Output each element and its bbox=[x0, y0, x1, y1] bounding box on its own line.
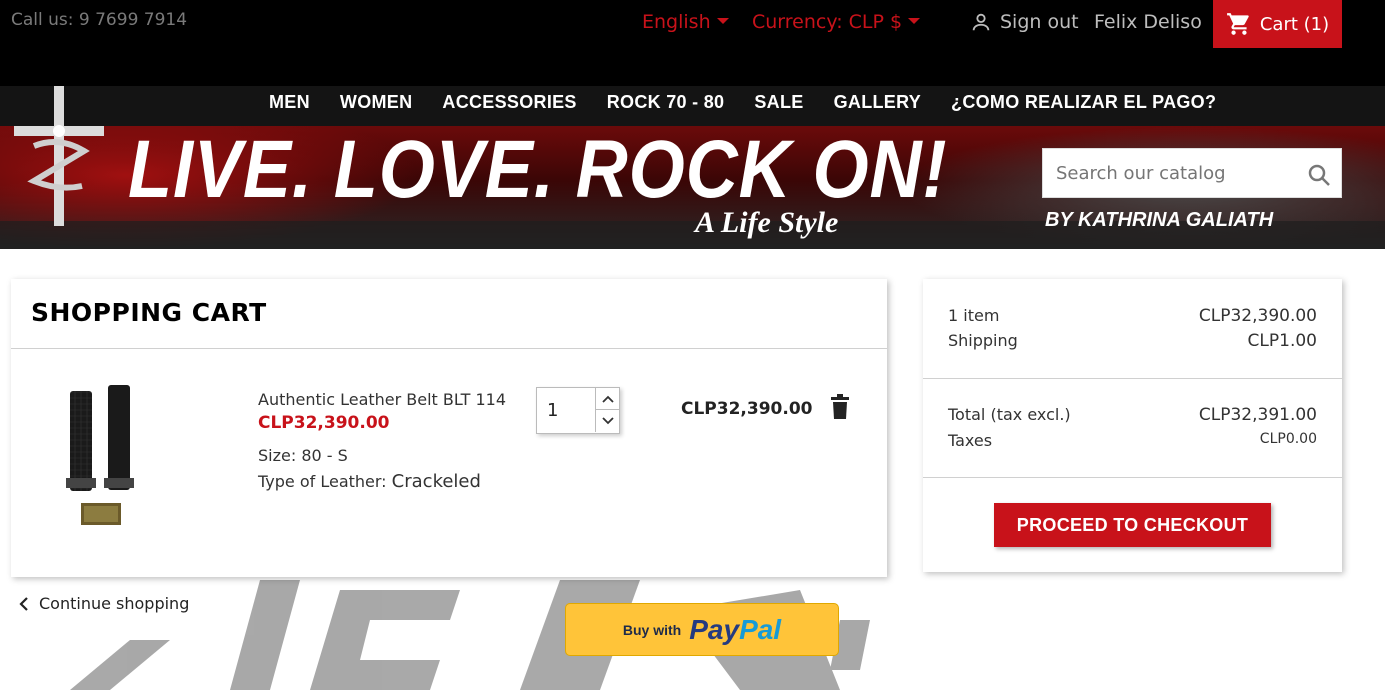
size-label: Size: bbox=[258, 446, 297, 465]
cart-label: Cart (1) bbox=[1259, 13, 1330, 35]
taxes-label: Taxes bbox=[948, 431, 993, 450]
nav-item-rock[interactable]: ROCK 70 - 80 bbox=[607, 92, 725, 113]
items-value: CLP32,390.00 bbox=[1198, 306, 1317, 326]
main-nav: MEN WOMEN ACCESSORIES ROCK 70 - 80 SALE … bbox=[269, 92, 1216, 113]
language-label: English bbox=[642, 11, 711, 33]
divider bbox=[923, 378, 1342, 379]
nav-item-sale[interactable]: SALE bbox=[754, 92, 803, 113]
cart-icon bbox=[1226, 13, 1249, 35]
cart-button[interactable]: Cart (1) bbox=[1213, 0, 1342, 48]
quantity-decrease-button[interactable] bbox=[595, 410, 619, 432]
currency-label: Currency: CLP $ bbox=[752, 11, 903, 33]
chevron-down-icon bbox=[601, 417, 614, 425]
quantity-increase-button[interactable] bbox=[595, 388, 619, 410]
shipping-label: Shipping bbox=[948, 331, 1018, 350]
nav-item-men[interactable]: MEN bbox=[269, 92, 310, 113]
product-leather-type: Type of Leather: Crackeled bbox=[258, 471, 481, 492]
banner-slogan: LIVE. LOVE. ROCK ON! bbox=[128, 124, 948, 215]
total-label: Total (tax excl.) bbox=[948, 405, 1071, 424]
nav-item-gallery[interactable]: GALLERY bbox=[834, 92, 921, 113]
nav-item-payment[interactable]: ¿COMO REALIZAR EL PAGO? bbox=[951, 92, 1216, 113]
user-icon bbox=[972, 13, 990, 31]
cross-logo bbox=[14, 86, 104, 226]
cart-summary: 1 item CLP32,390.00 Shipping CLP1.00 Tot… bbox=[923, 279, 1342, 572]
sign-out-link[interactable]: Sign out bbox=[970, 11, 1079, 33]
leather-label: Type of Leather: bbox=[258, 472, 387, 491]
nav-item-women[interactable]: WOMEN bbox=[340, 92, 413, 113]
size-value: 80 - S bbox=[301, 446, 348, 465]
caret-down-icon bbox=[716, 18, 729, 24]
summary-taxes-row: Taxes CLP0.00 bbox=[948, 431, 1317, 450]
quantity-stepper bbox=[536, 387, 620, 434]
paypal-logo: PayPal bbox=[689, 613, 782, 645]
currency-selector[interactable]: Currency: CLP $ bbox=[752, 11, 921, 33]
items-count: 1 item bbox=[948, 306, 1000, 325]
sign-out-label: Sign out bbox=[1000, 11, 1079, 33]
divider bbox=[923, 477, 1342, 478]
product-size: Size: 80 - S bbox=[258, 446, 348, 465]
total-value: CLP32,391.00 bbox=[1198, 405, 1317, 425]
banner-tagline: A Life Style bbox=[695, 206, 839, 239]
page-title: SHOPPING CART bbox=[31, 298, 267, 327]
search-box bbox=[1042, 148, 1342, 198]
leather-value: Crackeled bbox=[391, 471, 481, 492]
continue-shopping-label: Continue shopping bbox=[39, 594, 190, 613]
search-input[interactable] bbox=[1043, 149, 1293, 197]
nav-item-accessories[interactable]: ACCESSORIES bbox=[442, 92, 576, 113]
summary-total-row: Total (tax excl.) CLP32,391.00 bbox=[948, 405, 1317, 425]
banner-byline: BY KATHRINA GALIATH bbox=[1045, 209, 1274, 231]
chevron-left-icon bbox=[19, 596, 28, 611]
divider bbox=[11, 348, 887, 349]
continue-shopping-link[interactable]: Continue shopping bbox=[19, 594, 189, 613]
caret-down-icon bbox=[908, 18, 921, 24]
paypal-button[interactable]: Buy with PayPal bbox=[565, 603, 839, 656]
proceed-to-checkout-button[interactable]: PROCEED TO CHECKOUT bbox=[994, 503, 1271, 547]
language-selector[interactable]: English bbox=[642, 11, 729, 33]
chevron-up-icon bbox=[601, 395, 614, 403]
top-bar: Call us: 9 7699 7914 English Currency: C… bbox=[0, 0, 1385, 86]
shopping-cart-panel: SHOPPING CART Authentic Leather Belt BLT… bbox=[11, 279, 887, 577]
search-icon[interactable] bbox=[1307, 163, 1331, 187]
delete-icon[interactable] bbox=[829, 394, 851, 420]
line-total: CLP32,390.00 bbox=[681, 399, 813, 419]
taxes-value: CLP0.00 bbox=[1259, 431, 1317, 447]
summary-items-row: 1 item CLP32,390.00 bbox=[948, 306, 1317, 326]
shipping-value: CLP1.00 bbox=[1247, 331, 1317, 351]
paypal-buy-label: Buy with bbox=[622, 621, 682, 638]
summary-shipping-row: Shipping CLP1.00 bbox=[948, 331, 1317, 351]
account-link[interactable]: Felix Deliso bbox=[1094, 11, 1202, 33]
product-image[interactable] bbox=[66, 383, 166, 533]
call-us-text: Call us: 9 7699 7914 bbox=[11, 10, 188, 30]
quantity-input[interactable] bbox=[537, 388, 595, 433]
product-name-link[interactable]: Authentic Leather Belt BLT 114 bbox=[258, 390, 506, 409]
product-price: CLP32,390.00 bbox=[258, 413, 390, 433]
